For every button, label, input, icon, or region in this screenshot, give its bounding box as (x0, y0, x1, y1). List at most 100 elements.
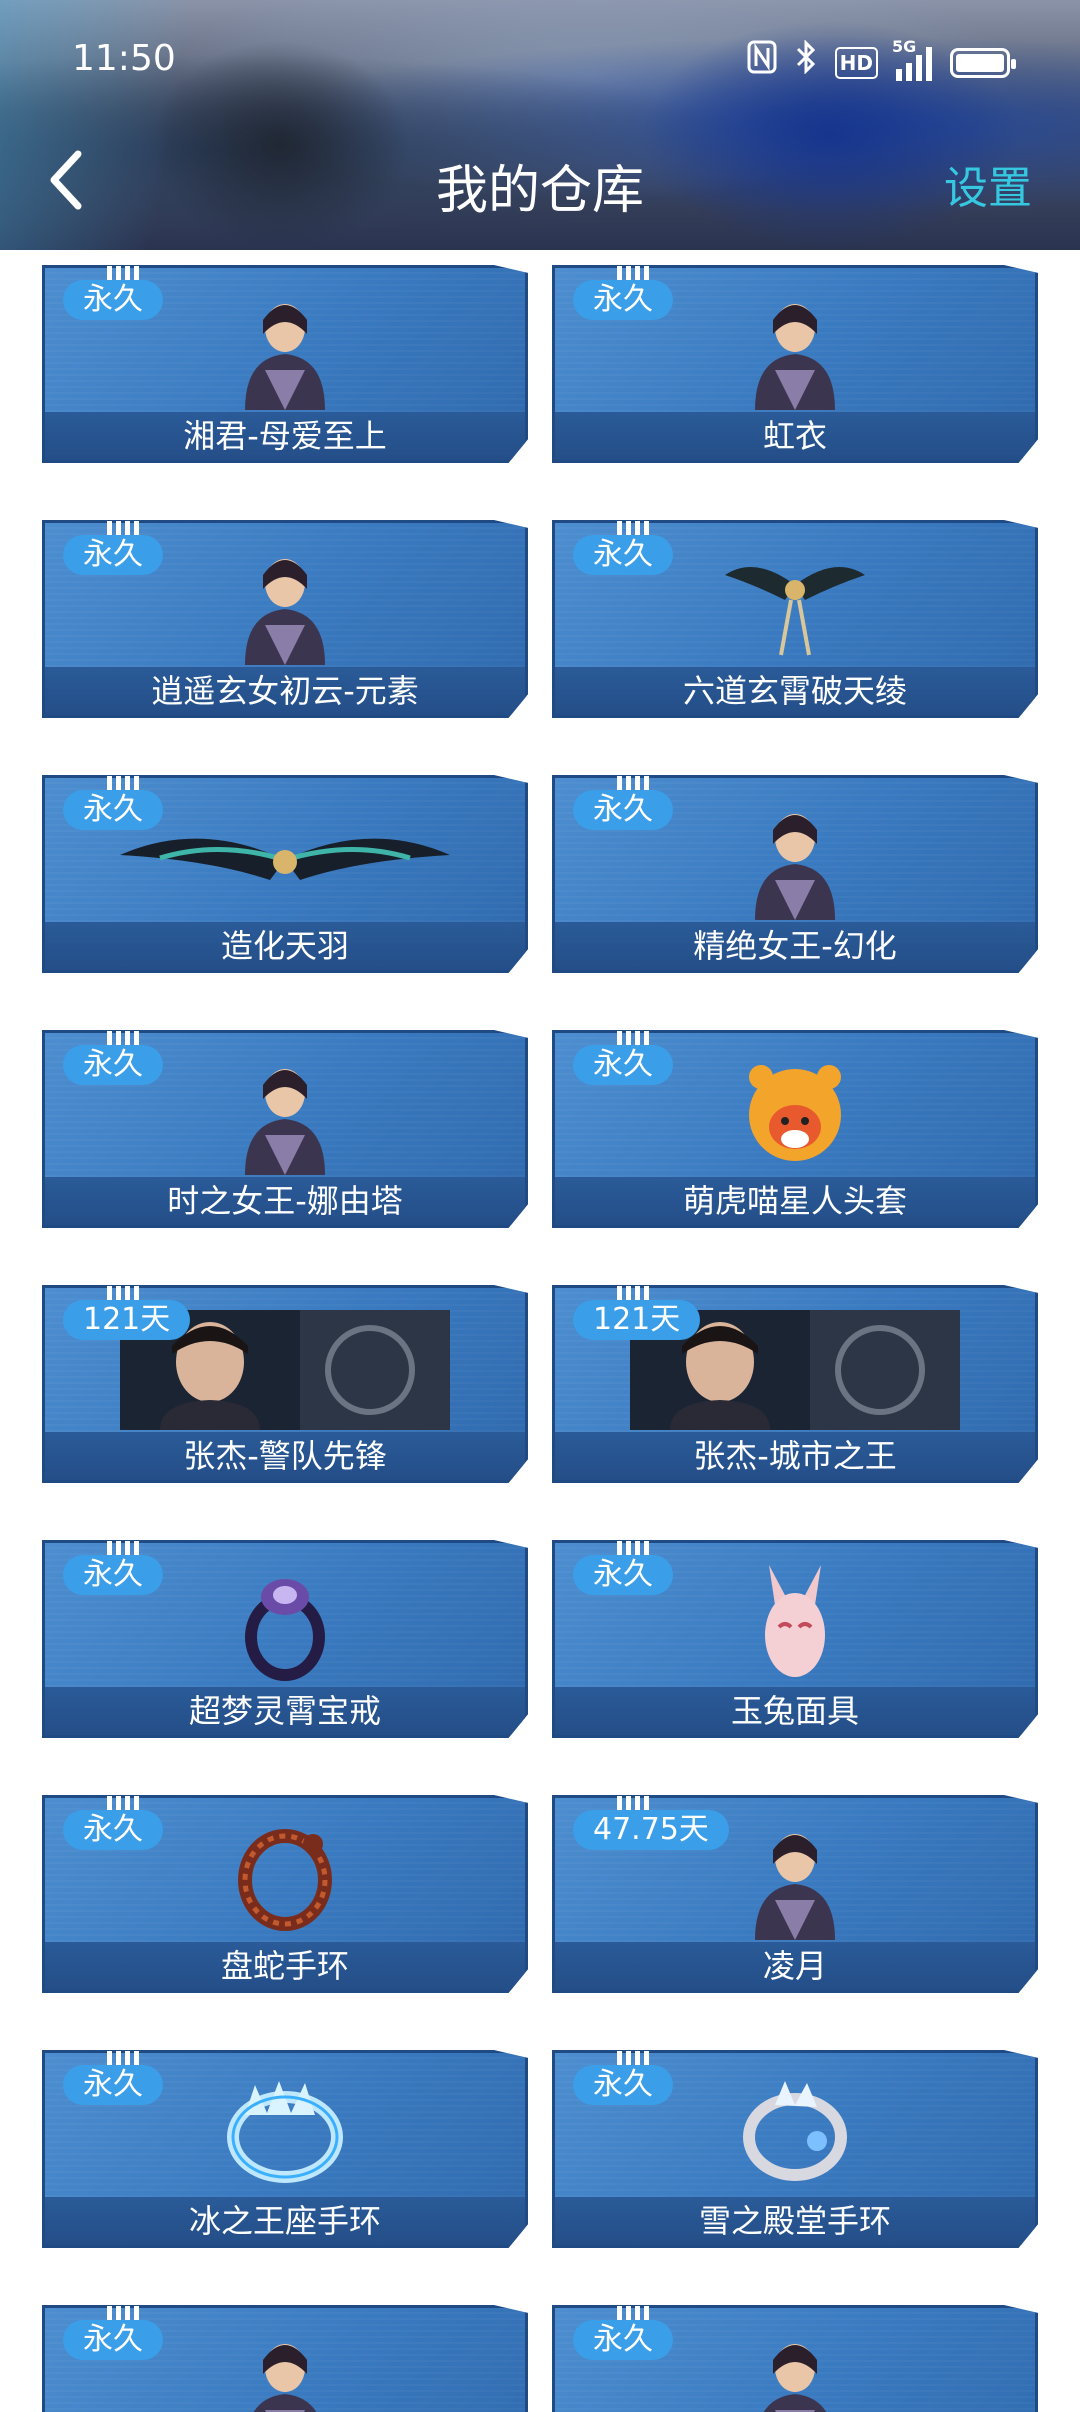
page-title: 我的仓库 (435, 161, 644, 221)
inventory-item-card[interactable]: 永久雪之殿堂手环 (552, 2050, 1038, 2248)
character-portrait-icon (215, 1055, 355, 1175)
character-portrait-icon (215, 545, 355, 665)
card-notch-decoration (617, 776, 653, 790)
duration-badge: 永久 (63, 1555, 163, 1595)
nfc-icon (747, 40, 777, 85)
card-notch-decoration (107, 1286, 143, 1300)
duration-badge: 永久 (63, 535, 163, 575)
item-name: 雪之殿堂手环 (698, 2202, 891, 2240)
inventory-item-card[interactable]: 永久虹衣 (552, 265, 1038, 463)
card-notch-decoration (617, 1286, 653, 1300)
inventory-item-card[interactable]: 永久湘君-母爱至上 (42, 265, 528, 463)
inventory-item-card[interactable]: 永久精绝女王-幻化 (552, 775, 1038, 973)
item-name: 张杰-警队先锋 (183, 1437, 387, 1475)
wings-ornament-icon (725, 545, 865, 665)
item-name: 盘蛇手环 (220, 1947, 349, 1985)
duration-badge: 47.75天 (573, 1810, 729, 1850)
duration-badge: 121天 (63, 1300, 191, 1340)
character-portrait-icon (215, 290, 355, 410)
network-type-label: 5G (892, 36, 917, 56)
ring-icon (215, 1565, 355, 1685)
status-bar: 11:50 HD 5G (0, 0, 1080, 110)
duration-badge: 永久 (573, 2320, 673, 2360)
card-notch-decoration (107, 776, 143, 790)
status-icons: HD 5G (747, 37, 1016, 85)
duration-badge: 永久 (573, 790, 673, 830)
item-name: 超梦灵霄宝戒 (188, 1692, 381, 1730)
item-name: 萌虎喵星人头套 (682, 1182, 907, 1220)
dragon-wings-icon (120, 800, 450, 920)
item-name: 六道玄霄破天绫 (682, 672, 907, 710)
inventory-item-card[interactable]: 永久时之女王-娜由塔 (42, 1030, 528, 1228)
inventory-item-card[interactable]: 永久玉兔面具 (552, 1540, 1038, 1738)
duration-badge: 永久 (573, 2065, 673, 2105)
battery-icon (950, 47, 1016, 78)
duration-badge: 121天 (573, 1300, 701, 1340)
nav-bar: 我的仓库 设置 (0, 130, 1080, 230)
character-portrait-icon (725, 290, 865, 410)
duration-badge: 永久 (573, 280, 673, 320)
header-banner: 11:50 HD 5G 我的仓库 设置 (0, 0, 1080, 250)
duration-badge: 永久 (63, 790, 163, 830)
inventory-grid: 永久 湘君-母爱至上 永久 虹衣 永久 逍遥玄女初云-元素 永久 六道玄霄破天绫 永久 造化天羽永… (0, 250, 1080, 2412)
character-portrait-icon (725, 800, 865, 920)
snake-bracelet-icon (215, 1820, 355, 1940)
inventory-item-card[interactable]: 121天张杰-警队先锋 (42, 1285, 528, 1483)
item-name: 虹衣 (762, 417, 827, 455)
item-name: 逍遥玄女初云-元素 (151, 672, 419, 710)
card-notch-decoration (617, 1541, 653, 1555)
inventory-item-card[interactable]: 永久六道玄霄破天绫 (552, 520, 1038, 718)
card-notch-decoration (617, 1796, 653, 1810)
card-notch-decoration (617, 2306, 653, 2320)
inventory-item-card[interactable]: 永久 (552, 2305, 1038, 2412)
item-name: 精绝女王-幻化 (693, 927, 897, 965)
character-portrait-icon (725, 2330, 865, 2412)
inventory-item-card[interactable]: 永久超梦灵霄宝戒 (42, 1540, 528, 1738)
card-notch-decoration (107, 521, 143, 535)
ice-bracelet-icon (215, 2075, 355, 2195)
item-name: 造化天羽 (220, 927, 349, 965)
rabbit-mask-icon (725, 1565, 865, 1685)
inventory-item-card[interactable]: 121天张杰-城市之王 (552, 1285, 1038, 1483)
item-name: 湘君-母爱至上 (183, 417, 387, 455)
tiger-head-helmet-icon (725, 1055, 865, 1175)
item-name: 凌月 (762, 1947, 827, 1985)
inventory-item-card[interactable]: 永久 (42, 2305, 528, 2412)
settings-button[interactable]: 设置 (944, 152, 1032, 216)
inventory-item-card[interactable]: 永久萌虎喵星人头套 (552, 1030, 1038, 1228)
card-notch-decoration (107, 2306, 143, 2320)
character-portrait-icon (725, 1820, 865, 1940)
card-notch-decoration (107, 266, 143, 280)
item-name: 冰之王座手环 (188, 2202, 381, 2240)
inventory-item-card[interactable]: 47.75天凌月 (552, 1795, 1038, 1993)
hd-icon: HD (834, 46, 878, 79)
duration-badge: 永久 (63, 1045, 163, 1085)
duration-badge: 永久 (573, 1555, 673, 1595)
inventory-item-card[interactable]: 永久逍遥玄女初云-元素 (42, 520, 528, 718)
crystal-bracelet-icon (725, 2075, 865, 2195)
duration-badge: 永久 (63, 2065, 163, 2105)
card-notch-decoration (107, 1031, 143, 1045)
card-notch-decoration (617, 2051, 653, 2065)
duration-badge: 永久 (63, 1810, 163, 1850)
bluetooth-icon (795, 39, 817, 85)
status-time: 11:50 (72, 38, 176, 79)
item-name: 张杰-城市之王 (693, 1437, 897, 1475)
duration-badge: 永久 (63, 2320, 163, 2360)
duration-badge: 永久 (573, 535, 673, 575)
card-notch-decoration (107, 1796, 143, 1810)
card-notch-decoration (617, 521, 653, 535)
card-notch-decoration (107, 1541, 143, 1555)
character-portrait-icon (215, 2330, 355, 2412)
duration-badge: 永久 (573, 1045, 673, 1085)
inventory-item-card[interactable]: 永久盘蛇手环 (42, 1795, 528, 1993)
card-notch-decoration (617, 1031, 653, 1045)
item-name: 玉兔面具 (730, 1692, 859, 1730)
inventory-item-card[interactable]: 永久造化天羽 (42, 775, 528, 973)
5g-signal-icon: 5G (892, 37, 932, 81)
inventory-item-card[interactable]: 永久冰之王座手环 (42, 2050, 528, 2248)
duration-badge: 永久 (63, 280, 163, 320)
card-notch-decoration (107, 2051, 143, 2065)
item-name: 时之女王-娜由塔 (167, 1182, 403, 1220)
card-notch-decoration (617, 266, 653, 280)
